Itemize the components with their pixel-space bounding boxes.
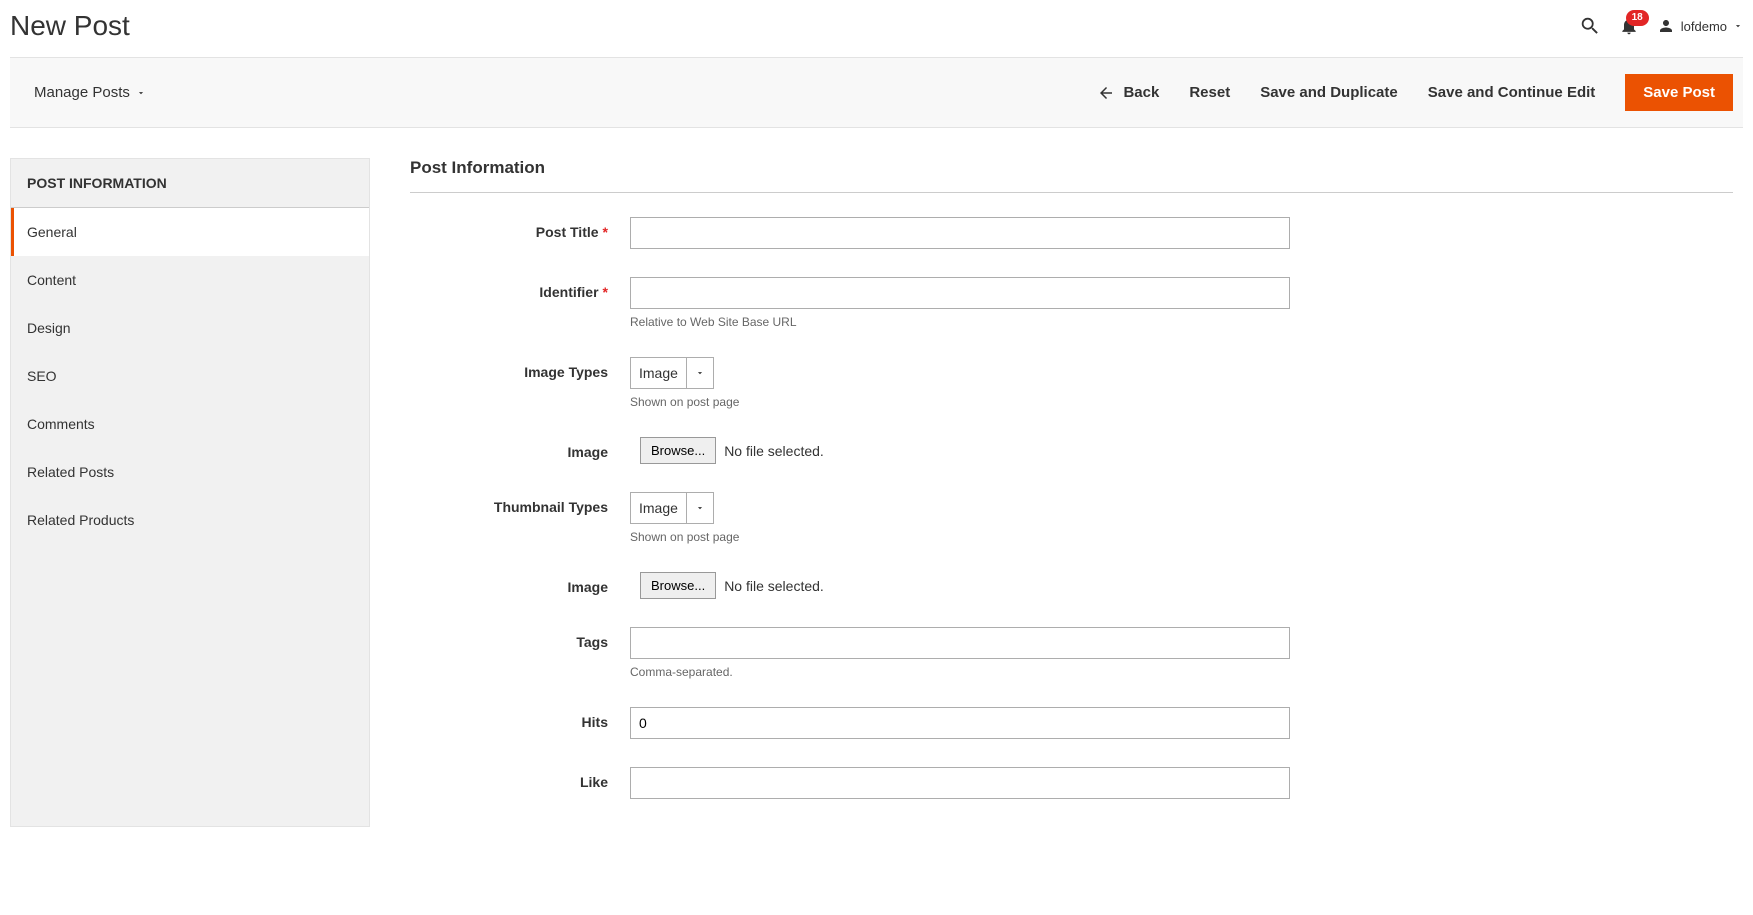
search-icon[interactable] [1579,15,1601,37]
toolbar-buttons: Back Reset Save and Duplicate Save and C… [1097,74,1733,111]
chevron-down-icon [1733,21,1743,31]
header-actions: 18 lofdemo [1579,15,1743,37]
sidebar-item-design[interactable]: Design [11,304,369,352]
sidebar-item-content[interactable]: Content [11,256,369,304]
reset-button[interactable]: Reset [1189,84,1230,101]
sidebar-header: POST INFORMATION [11,159,369,208]
toolbar: Manage Posts Back Reset Save and Duplica… [10,57,1743,128]
thumbnail-types-label: Thumbnail Types [410,492,630,515]
notifications-icon[interactable]: 18 [1619,16,1639,36]
image-types-select[interactable]: Image [630,357,714,389]
back-arrow-icon [1097,84,1115,102]
chevron-down-icon [686,358,705,388]
user-menu[interactable]: lofdemo [1657,17,1743,35]
form-area: Post Information Post Title* Identifier*… [410,158,1743,827]
image-file-status: No file selected. [724,443,824,459]
sidebar-item-related-products[interactable]: Related Products [11,496,369,544]
save-post-button[interactable]: Save Post [1625,74,1733,111]
sidebar-item-general[interactable]: General [11,208,369,256]
identifier-input[interactable] [630,277,1290,309]
sidebar-item-seo[interactable]: SEO [11,352,369,400]
hits-label: Hits [410,707,630,730]
sidebar: POST INFORMATION General Content Design … [10,158,370,827]
back-button[interactable]: Back [1097,84,1159,102]
manage-posts-label: Manage Posts [34,84,130,101]
image-types-note: Shown on post page [630,395,1290,409]
like-label: Like [410,767,630,790]
tags-label: Tags [410,627,630,650]
image-types-label: Image Types [410,357,630,380]
notification-badge: 18 [1626,10,1649,26]
post-title-label: Post Title* [410,217,630,240]
manage-posts-dropdown[interactable]: Manage Posts [20,84,146,101]
username: lofdemo [1681,19,1727,34]
like-input[interactable] [630,767,1290,799]
save-continue-button[interactable]: Save and Continue Edit [1428,84,1596,101]
image-label: Image [410,437,630,460]
chevron-down-icon [686,493,705,523]
image-types-value: Image [639,365,678,381]
sidebar-item-related-posts[interactable]: Related Posts [11,448,369,496]
tags-input[interactable] [630,627,1290,659]
thumbnail-types-value: Image [639,500,678,516]
thumbnail-types-note: Shown on post page [630,530,1290,544]
identifier-label: Identifier* [410,277,630,300]
identifier-note: Relative to Web Site Base URL [630,315,1290,329]
sidebar-item-comments[interactable]: Comments [11,400,369,448]
thumbnail-file-status: No file selected. [724,578,824,594]
form-title: Post Information [410,158,1733,193]
tags-note: Comma-separated. [630,665,1290,679]
hits-input[interactable] [630,707,1290,739]
thumbnail-types-select[interactable]: Image [630,492,714,524]
back-label: Back [1123,84,1159,101]
chevron-down-icon [136,88,146,98]
thumbnail-browse-button[interactable]: Browse... [640,572,716,599]
image-browse-button[interactable]: Browse... [640,437,716,464]
save-duplicate-button[interactable]: Save and Duplicate [1260,84,1398,101]
post-title-input[interactable] [630,217,1290,249]
page-title: New Post [10,10,130,42]
thumbnail-image-label: Image [410,572,630,595]
